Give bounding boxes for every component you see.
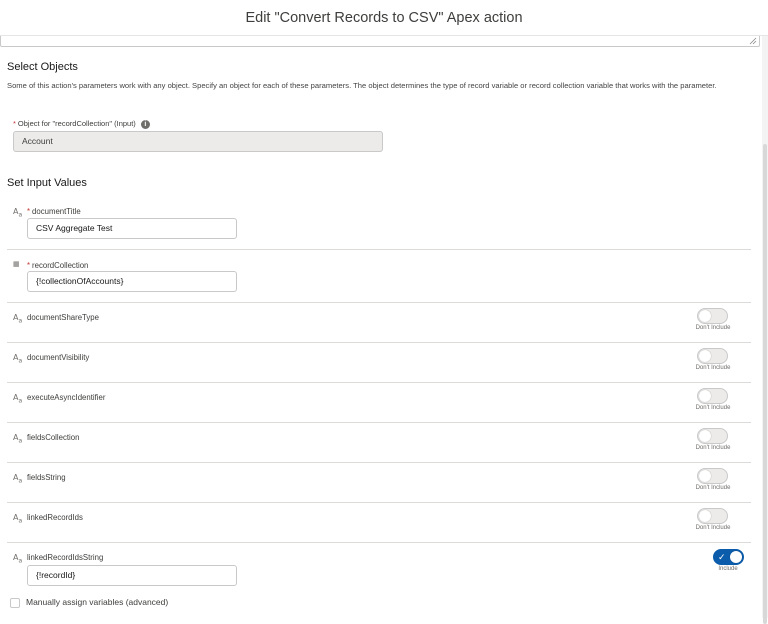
- toggle-label: Don't Include: [695, 485, 731, 491]
- input-values-heading: Set Input Values: [7, 177, 87, 189]
- param-name: linkedRecordIdsString: [27, 553, 104, 562]
- param-name: executeAsyncIdentifier: [27, 393, 106, 402]
- param-row-documentShareType: Aa documentShareType Don't Include: [7, 302, 751, 342]
- toggle-label: Include: [718, 566, 738, 572]
- executeAsyncIdentifier-toggle[interactable]: [697, 388, 728, 404]
- scrollbar-thumb[interactable]: [763, 144, 767, 624]
- param-row-recordCollection: ▦ * recordCollection {!collectionOfAccoun…: [7, 249, 751, 302]
- text-icon: Aa: [13, 313, 23, 325]
- param-row-documentTitle: Aa * documentTitle CSV Aggregate Test: [7, 196, 751, 249]
- param-name: linkedRecordIds: [27, 513, 83, 522]
- modal-header: Edit "Convert Records to CSV" Apex actio…: [0, 0, 768, 36]
- info-icon[interactable]: i: [140, 119, 150, 129]
- toggle-label: Don't Include: [695, 365, 731, 371]
- toggle-label: Don't Include: [695, 405, 731, 411]
- param-name: fieldsCollection: [27, 433, 80, 442]
- fieldsCollection-toggle[interactable]: [697, 428, 728, 444]
- object-field: Account: [13, 131, 383, 152]
- documentVisibility-toggle[interactable]: [697, 348, 728, 364]
- toggle-knob: [699, 510, 711, 522]
- resize-grip-icon[interactable]: [749, 37, 757, 45]
- param-row-fieldsCollection: Aa fieldsCollection Don't Include: [7, 422, 751, 462]
- text-icon: Aa: [13, 553, 23, 565]
- param-row-linkedRecordIdsString: Aa linkedRecordIdsString ✓ Include {!rec…: [7, 542, 751, 590]
- param-row-documentVisibility: Aa documentVisibility Don't Include: [7, 342, 751, 382]
- text-icon: Aa: [13, 207, 23, 219]
- param-name: * documentTitle: [27, 207, 81, 216]
- modal-title: Edit "Convert Records to CSV" Apex actio…: [245, 9, 523, 26]
- documentShareType-toggle[interactable]: [697, 308, 728, 324]
- param-row-linkedRecordIds: Aa linkedRecordIds Don't Include: [7, 502, 751, 542]
- text-icon: Aa: [13, 393, 23, 405]
- scrollbar[interactable]: [762, 36, 768, 624]
- linkedRecordIdsString-toggle[interactable]: ✓: [713, 549, 744, 565]
- text-icon: Aa: [13, 513, 23, 525]
- param-name: * recordCollection: [27, 261, 89, 270]
- manual-assign-checkbox[interactable]: [10, 598, 20, 608]
- linkedRecordIds-toggle[interactable]: [697, 508, 728, 524]
- param-row-fieldsString: Aa fieldsString Don't Include: [7, 462, 751, 502]
- manual-assign-label[interactable]: Manually assign variables (advanced): [26, 597, 168, 607]
- toggle-knob: [699, 350, 711, 362]
- toggle-knob: [699, 390, 711, 402]
- text-icon: Aa: [13, 433, 23, 445]
- toggle-knob: [730, 551, 742, 563]
- toggle-knob: [699, 470, 711, 482]
- toggle-label: Don't Include: [695, 445, 731, 451]
- fieldsString-toggle[interactable]: [697, 468, 728, 484]
- text-icon: Aa: [13, 473, 23, 485]
- documentTitle-input[interactable]: CSV Aggregate Test: [27, 218, 237, 239]
- linkedRecordIdsString-input[interactable]: {!recordId}: [27, 565, 237, 586]
- collection-icon: ▦: [13, 260, 20, 268]
- param-row-executeAsyncIdentifier: Aa executeAsyncIdentifier Don't Include: [7, 382, 751, 422]
- description-textarea[interactable]: [0, 36, 760, 47]
- toggle-label: Don't Include: [695, 525, 731, 531]
- toggle-label: Don't Include: [695, 325, 731, 331]
- param-name: fieldsString: [27, 473, 66, 482]
- object-field-label: * Object for "recordCollection" (Input) i: [13, 119, 150, 129]
- check-icon: ✓: [718, 552, 726, 562]
- select-objects-heading: Select Objects: [7, 61, 78, 73]
- toggle-knob: [699, 430, 711, 442]
- param-name: documentShareType: [27, 313, 99, 322]
- select-objects-help: Some of this action's parameters work wi…: [7, 81, 717, 90]
- object-field-label-text: Object for "recordCollection" (Input): [17, 119, 136, 128]
- recordCollection-input[interactable]: {!collectionOfAccounts}: [27, 271, 237, 292]
- text-icon: Aa: [13, 353, 23, 365]
- toggle-knob: [699, 310, 711, 322]
- param-name: documentVisibility: [27, 353, 90, 362]
